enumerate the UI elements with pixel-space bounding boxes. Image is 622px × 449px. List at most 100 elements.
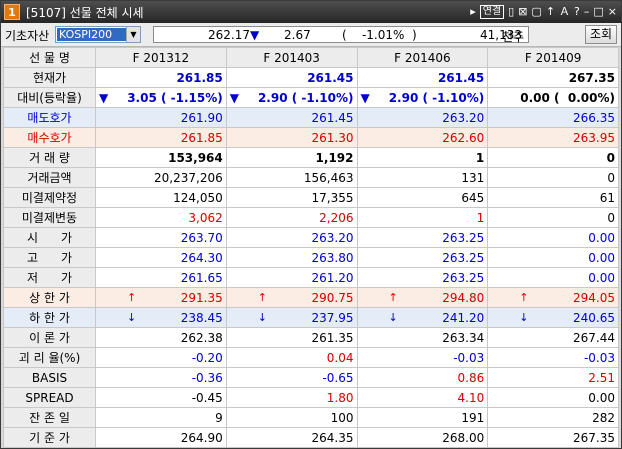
table-cell[interactable]: 2,206: [225, 207, 358, 228]
title-icon-0[interactable]: ▸: [470, 4, 476, 20]
table-cell[interactable]: 261.30: [225, 127, 358, 148]
table-cell[interactable]: -0.45: [95, 387, 227, 408]
title-icon-4[interactable]: ▢: [531, 4, 541, 20]
table-cell[interactable]: 261.65: [95, 267, 227, 288]
table-cell[interactable]: -0.20: [95, 347, 227, 368]
table-cell[interactable]: 266.35: [487, 107, 619, 128]
table-cell[interactable]: -0.03: [487, 347, 619, 368]
table-cell[interactable]: 263.34: [356, 327, 489, 348]
table-cell[interactable]: 263.25: [356, 247, 489, 268]
table-cell[interactable]: ↑ 294.80: [356, 287, 489, 308]
table-cell[interactable]: ▼ 3.05 ( -1.15%): [95, 87, 227, 108]
table-cell[interactable]: 0.86: [356, 367, 489, 388]
table-cell[interactable]: 0.00: [487, 227, 619, 248]
table-cell[interactable]: 100: [225, 407, 358, 428]
table-cell[interactable]: 1,192: [225, 147, 358, 168]
table-cell[interactable]: 261.45: [225, 107, 358, 128]
table-cell[interactable]: ↑ 291.35: [95, 287, 227, 308]
title-icon-2[interactable]: ▯: [508, 4, 514, 20]
table-cell[interactable]: 261.85: [95, 127, 227, 148]
table-cell[interactable]: 153,964: [95, 147, 227, 168]
table-cell[interactable]: -0.65: [225, 367, 358, 388]
table-cell[interactable]: 263.70: [95, 227, 227, 248]
table-cell[interactable]: 261.90: [95, 107, 227, 128]
table-cell[interactable]: 124,050: [95, 187, 227, 208]
table-cell[interactable]: 263.20: [356, 107, 489, 128]
table-cell[interactable]: 1: [356, 147, 489, 168]
table-cell[interactable]: 0.00 ( 0.00%): [487, 87, 619, 108]
table-cell[interactable]: 264.90: [95, 427, 227, 448]
title-icon-8[interactable]: –: [584, 4, 590, 20]
table-cell[interactable]: 17,355: [225, 187, 358, 208]
table-cell[interactable]: 262.60: [356, 127, 489, 148]
table-cell[interactable]: 0.00: [487, 267, 619, 288]
table-cell[interactable]: 9: [95, 407, 227, 428]
table-cell[interactable]: -0.03: [356, 347, 489, 368]
table-cell[interactable]: 191: [356, 407, 489, 428]
table-cell[interactable]: 0: [487, 147, 619, 168]
title-icon-6[interactable]: Ａ: [559, 4, 570, 20]
table-cell[interactable]: 262.38: [95, 327, 227, 348]
row-label: 현재가: [3, 67, 96, 88]
table-cell[interactable]: 263.95: [487, 127, 619, 148]
table-cell[interactable]: 282: [487, 407, 619, 428]
query-button[interactable]: 조회: [585, 25, 617, 44]
table-cell[interactable]: 267.35: [487, 67, 619, 88]
table-cell[interactable]: 267.44: [487, 327, 619, 348]
table-cell[interactable]: 645: [356, 187, 489, 208]
contract-header[interactable]: F 201312: [95, 47, 227, 68]
underlying-label: 기초자산: [5, 29, 50, 43]
table-cell[interactable]: 156,463: [225, 167, 358, 188]
table-cell[interactable]: 261.45: [356, 67, 489, 88]
table-cell[interactable]: 263.80: [225, 247, 358, 268]
title-icon-9[interactable]: □: [593, 4, 603, 20]
table-cell[interactable]: 264.35: [225, 427, 358, 448]
contract-header[interactable]: F 201406: [356, 47, 489, 68]
table-cell[interactable]: ▼ 2.90 ( -1.10%): [356, 87, 489, 108]
table-cell[interactable]: 1.80: [225, 387, 358, 408]
table-cell[interactable]: 261.45: [225, 67, 358, 88]
table-cell[interactable]: 263.20: [225, 227, 358, 248]
table-cell[interactable]: ↓ 241.20: [356, 307, 489, 328]
table-cell[interactable]: 261.20: [225, 267, 358, 288]
table-cell[interactable]: ↑ 290.75: [225, 287, 358, 308]
table-cell[interactable]: 0: [487, 167, 619, 188]
table-cell[interactable]: 3,062: [95, 207, 227, 228]
table-cell[interactable]: 261.85: [95, 67, 227, 88]
title-icon-3[interactable]: ⊠: [518, 4, 527, 20]
table-cell[interactable]: 261.35: [225, 327, 358, 348]
table-cell[interactable]: ↑ 294.05: [487, 287, 619, 308]
table-cell[interactable]: ↓ 238.45: [95, 307, 227, 328]
title-bar[interactable]: 1 [5107] 선물 전체 시세 ▸ 연결 ▯ ⊠ ▢ ↑ Ａ? – □ ×: [1, 1, 621, 23]
table-cell[interactable]: 268.00: [356, 427, 489, 448]
table-cell[interactable]: ▼ 2.90 ( -1.10%): [225, 87, 358, 108]
title-icon-5[interactable]: ↑: [546, 4, 555, 20]
table-cell[interactable]: 0.00: [487, 247, 619, 268]
table-cell[interactable]: 267.35: [487, 427, 619, 448]
table-cell[interactable]: -0.36: [95, 367, 227, 388]
table-cell[interactable]: 0.00: [487, 387, 619, 408]
change-value: 0.00 ( 0.00%): [520, 90, 615, 105]
table-cell[interactable]: 0.04: [225, 347, 358, 368]
table-cell[interactable]: 1: [356, 207, 489, 228]
change-value: 2.90 ( -1.10%): [388, 90, 485, 105]
contract-header[interactable]: F 201403: [225, 47, 358, 68]
table-cell[interactable]: 131: [356, 167, 489, 188]
futures-quote-table: 선 물 명 F 201312 F 201403 F 201406 F 20140…: [3, 47, 619, 448]
table-cell[interactable]: ↓ 237.95: [225, 307, 358, 328]
table-cell[interactable]: 263.25: [356, 267, 489, 288]
chevron-down-icon[interactable]: ▼: [126, 27, 140, 42]
table-cell[interactable]: 4.10: [356, 387, 489, 408]
title-icon-7[interactable]: ?: [574, 4, 580, 20]
title-icon-10[interactable]: ×: [608, 4, 617, 20]
table-cell[interactable]: 20,237,206: [95, 167, 227, 188]
underlying-select[interactable]: KOSPI200 ▼: [55, 26, 141, 43]
table-cell[interactable]: 61: [487, 187, 619, 208]
table-cell[interactable]: 2.51: [487, 367, 619, 388]
table-cell[interactable]: 0: [487, 207, 619, 228]
table-cell[interactable]: ↓ 240.65: [487, 307, 619, 328]
table-cell[interactable]: 263.25: [356, 227, 489, 248]
title-icon-1[interactable]: 연결: [479, 5, 505, 19]
table-cell[interactable]: 264.30: [95, 247, 227, 268]
contract-header[interactable]: F 201409: [487, 47, 619, 68]
